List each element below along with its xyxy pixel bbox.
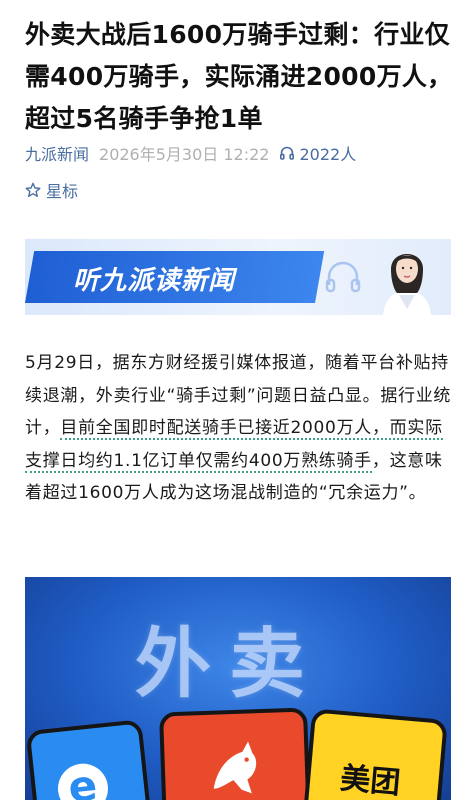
- kangaroo-logo-icon: [213, 741, 257, 794]
- hero-text: 外卖: [135, 619, 323, 708]
- article-paragraph: 5月29日，据东方财经援引媒体报道，随着平台补贴持续退潮，外卖行业“骑手过剩”问…: [25, 347, 453, 510]
- headphones-icon: [280, 146, 295, 160]
- publish-datetime: 2026年5月30日 12:22: [99, 145, 270, 164]
- article-meta: 九派新闻 2026年5月30日 12:22 2022人: [25, 140, 356, 166]
- star-label: 星标: [46, 182, 79, 201]
- source-link[interactable]: 九派新闻: [25, 141, 89, 165]
- star-button[interactable]: 星标: [25, 177, 78, 203]
- eleme-phone: e: [25, 719, 153, 800]
- headphones-icon: [325, 261, 361, 293]
- article-title: 外卖大战后1600万骑手过剩：行业仅需400万骑手，实际涌进2000万人，超过5…: [25, 20, 453, 133]
- meituan-logo: 美团: [338, 761, 402, 800]
- meituan-phone: 美团: [302, 708, 448, 800]
- news-anchor-avatar: [383, 254, 431, 315]
- article-page: 外卖大战后1600万骑手过剩：行业仅需400万骑手，实际涌进2000万人，超过5…: [0, 0, 476, 800]
- listen-button[interactable]: 2022人: [279, 141, 356, 165]
- banner-text: 听九派读新闻: [73, 266, 236, 296]
- listen-count: 2022人: [299, 145, 357, 164]
- article-hero-image[interactable]: 外卖 e 美团: [25, 577, 451, 800]
- star-icon: [25, 182, 41, 198]
- taobao-phone: [158, 707, 312, 800]
- eleme-logo: e: [55, 760, 111, 800]
- listen-banner[interactable]: 听九派读新闻: [25, 239, 451, 315]
